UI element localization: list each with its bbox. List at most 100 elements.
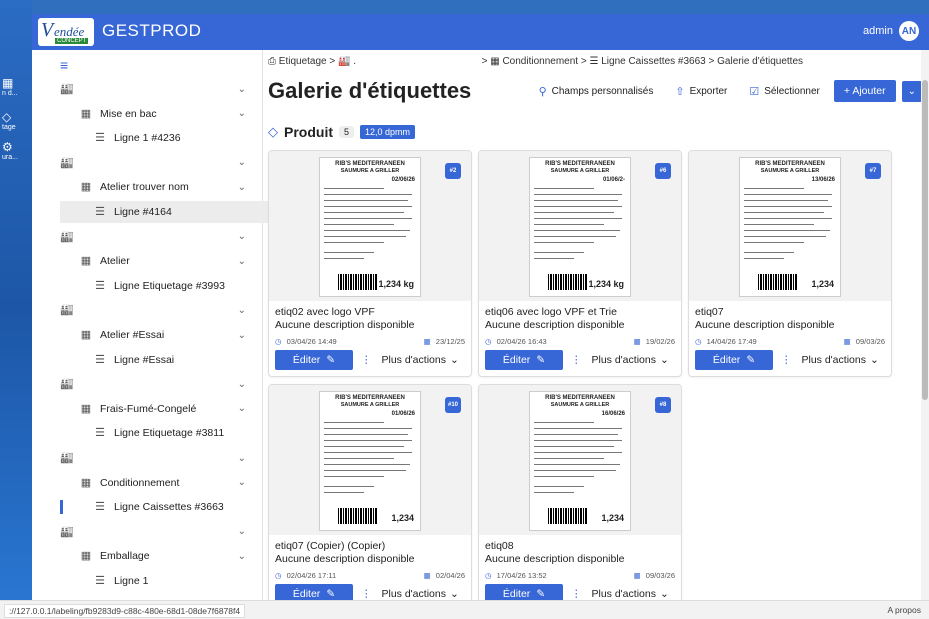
sidebar-item-atelier[interactable]: ▦ Frais-Fumé-Congelé ⌄	[80, 398, 258, 420]
expiry-date-value: 09/03/26	[645, 571, 675, 580]
sidebar-group[interactable]: 🏭 ⌄	[60, 373, 258, 395]
label-card[interactable]: RIB'S MEDITERRANEEN SAUMURE A GRILLER 02…	[268, 150, 472, 377]
more-actions-label: Plus d'actions	[591, 588, 656, 600]
more-actions-button[interactable]: ⋮ Plus d'actions ⌄	[361, 354, 459, 366]
active-indicator	[60, 500, 63, 515]
custom-fields-button[interactable]: ⚲ Champs personnalisés	[531, 81, 662, 102]
more-actions-button[interactable]: ⋮ Plus d'actions ⌄	[571, 354, 669, 366]
label-text-line	[744, 218, 832, 219]
label-text-line	[534, 188, 594, 189]
scrollbar[interactable]	[921, 50, 929, 610]
chevron-down-icon: ⌄	[869, 354, 879, 366]
clock-icon: ◷	[485, 337, 492, 346]
sidebar-item-atelier[interactable]: ▦ Atelier ⌄	[80, 250, 258, 272]
workshop-icon: ▦	[80, 550, 92, 563]
page-title: Galerie d'étiquettes	[268, 78, 472, 103]
label-thumbnail[interactable]: RIB'S MEDITERRANEEN SAUMURE A GRILLER 02…	[269, 151, 471, 301]
sidebar-item-atelier[interactable]: ▦ Conditionnement ⌄	[80, 472, 258, 494]
label-thumbnail[interactable]: RIB'S MEDITERRANEEN SAUMURE A GRILLER 01…	[269, 385, 471, 535]
sidebar-item-atelier[interactable]: ▦ Emballage ⌄	[80, 545, 258, 567]
pencil-icon: ✎	[326, 354, 336, 366]
label-text-line	[324, 200, 408, 201]
user-menu[interactable]: admin AN	[863, 21, 919, 41]
company-logo[interactable]: V endée CONCEPT	[38, 18, 94, 46]
chevron-down-icon: ⌄	[237, 477, 246, 489]
more-actions-button[interactable]: ⋮ Plus d'actions ⌄	[361, 588, 459, 600]
export-button[interactable]: ⇧ Exporter	[667, 81, 735, 102]
label-title: RIB'S MEDITERRANEEN	[755, 161, 825, 167]
label-meta: ◷ 17/04/26 13:52 ▦ 09/03/26	[485, 571, 675, 580]
created-date: ◷ 03/04/26 14:49	[275, 337, 337, 346]
section-header: ◇ Produit 5 12,0 dpmm	[268, 124, 416, 140]
scrollbar-thumb[interactable]	[922, 80, 928, 400]
label-text-line	[744, 242, 804, 243]
label-text-line	[324, 476, 384, 477]
label-thumbnail[interactable]: RIB'S MEDITERRANEEN SAUMURE A GRILLER 01…	[479, 151, 681, 301]
rail-item-label: ura...	[2, 154, 18, 161]
sidebar-item-atelier[interactable]: ▦ Mise en bac ⌄	[80, 103, 258, 125]
sidebar-item-ligne[interactable]: ☰ Ligne #Essai	[94, 349, 258, 371]
rail-item-1[interactable]: ▦ n d...	[2, 76, 32, 97]
select-label: Sélectionner	[764, 85, 820, 97]
add-button[interactable]: + Ajouter	[833, 80, 896, 102]
toolbar: ⚲ Champs personnalisés ⇧ Exporter ☑ Séle…	[531, 80, 922, 102]
expiry-date: ▦ 23/12/25	[424, 337, 465, 346]
label-card[interactable]: RIB'S MEDITERRANEEN SAUMURE A GRILLER 01…	[268, 384, 472, 611]
label-thumbnail[interactable]: RIB'S MEDITERRANEEN SAUMURE A GRILLER 13…	[689, 151, 891, 301]
more-actions-button[interactable]: ⋮ Plus d'actions ⌄	[571, 588, 669, 600]
plus-icon: +	[843, 85, 850, 97]
sidebar-item-ligne[interactable]: ☰ Ligne 1	[94, 570, 258, 592]
label-text-line	[324, 194, 412, 195]
sidebar-item-ligne[interactable]: ☰ Ligne #4164	[60, 201, 292, 223]
edit-button[interactable]: Éditer ✎	[485, 350, 563, 370]
label-preview: RIB'S MEDITERRANEEN SAUMURE A GRILLER 01…	[529, 157, 631, 297]
about-link[interactable]: A propos	[887, 605, 921, 615]
sidebar-group[interactable]: 🏭 ⌄	[60, 152, 258, 174]
add-dropdown-button[interactable]: ⌄	[901, 80, 922, 102]
sidebar-group[interactable]: 🏭 ⌄	[60, 226, 258, 248]
breadcrumb-ligne[interactable]: Ligne Caissettes #3663	[601, 56, 706, 67]
breadcrumb-etiquetage[interactable]: Etiquetage	[279, 56, 327, 67]
sidebar-group[interactable]: 🏭 ⌄	[60, 78, 258, 100]
more-actions-button[interactable]: ⋮ Plus d'actions ⌄	[781, 354, 879, 366]
top-bar: V endée CONCEPT GESTPROD admin AN	[32, 14, 929, 50]
sidebar-item-ligne[interactable]: ☰ Ligne 1 #4236	[94, 127, 258, 149]
expiry-date-value: 09/03/26	[855, 337, 885, 346]
sidebar-item-ligne[interactable]: ☰ Ligne Etiquetage #3993	[94, 275, 258, 297]
sidebar-item-atelier[interactable]: ▦ Atelier trouver nom ⌄	[80, 176, 258, 198]
sidebar-item-atelier[interactable]: ▦ Atelier #Essai ⌄	[80, 324, 258, 346]
menu-icon[interactable]: ≡	[60, 58, 74, 72]
label-card[interactable]: RIB'S MEDITERRANEEN SAUMURE A GRILLER 13…	[688, 150, 892, 377]
add-label: Ajouter	[852, 85, 886, 97]
sidebar-group[interactable]: 🏭 ⌄	[60, 299, 258, 321]
clock-icon: ◷	[275, 337, 282, 346]
sidebar-item-ligne[interactable]: ☰ Ligne Caissettes #3663	[94, 496, 258, 518]
clock-icon: ◷	[485, 571, 492, 580]
label-card[interactable]: RIB'S MEDITERRANEEN SAUMURE A GRILLER 16…	[478, 384, 682, 611]
sidebar-group[interactable]: 🏭 ⌄	[60, 521, 258, 543]
list-icon: ☰	[589, 56, 599, 67]
label-text-line	[534, 242, 594, 243]
chevron-down-icon: ⌄	[237, 378, 246, 390]
chevron-down-icon: ⌄	[237, 452, 246, 464]
label-text-line	[534, 230, 620, 231]
label-thumbnail[interactable]: RIB'S MEDITERRANEEN SAUMURE A GRILLER 16…	[479, 385, 681, 535]
edit-button[interactable]: Éditer ✎	[695, 350, 773, 370]
sidebar-item-ligne[interactable]: ☰ Ligne Etiquetage #3811	[94, 422, 258, 444]
label-weight: 1,234 kg	[588, 279, 624, 289]
label-date: 01/06/26	[391, 411, 415, 417]
breadcrumb-conditionnement[interactable]: Conditionnement	[502, 56, 578, 67]
label-card[interactable]: RIB'S MEDITERRANEEN SAUMURE A GRILLER 01…	[478, 150, 682, 377]
sidebar-group[interactable]: 🏭 ⌄	[60, 447, 258, 469]
sidebar-item-label: Atelier	[100, 255, 130, 268]
rail-item-3[interactable]: ⚙ ura...	[2, 140, 32, 161]
card-actions: Éditer ✎ ⋮ Plus d'actions ⌄	[695, 350, 885, 370]
select-button[interactable]: ☑ Sélectionner	[741, 81, 827, 102]
chevron-down-icon: ⌄	[237, 526, 246, 538]
barcode	[758, 274, 798, 290]
avatar[interactable]: AN	[899, 21, 919, 41]
edit-button[interactable]: Éditer ✎	[275, 350, 353, 370]
rail-item-2[interactable]: ◇ tage	[2, 110, 32, 131]
label-text-line	[744, 236, 826, 237]
factory-icon: 🏭	[60, 452, 74, 464]
